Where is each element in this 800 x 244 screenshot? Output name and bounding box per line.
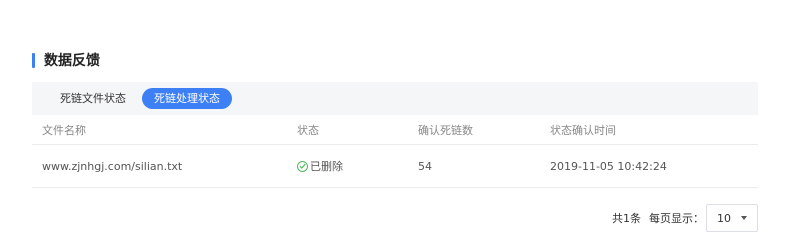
page-size-value: 10 [717,211,731,225]
table-body: www.zjnhgj.com/silian.txt 已删除 54 2019-11… [32,145,758,188]
total-count: 共1条 [612,212,641,225]
page: 数据反馈 死链文件状态 死链处理状态 文件名称 状态 确认死链数 状态确认时间 … [0,0,800,244]
page-size-select[interactable]: 10 [706,204,758,232]
column-header-file-name: 文件名称 [42,123,86,137]
caret-down-icon [741,216,747,220]
tab-bar: 死链文件状态 死链处理状态 [32,82,758,115]
tab-dead-link-processing-status[interactable]: 死链处理状态 [142,88,232,109]
column-header-status: 状态 [297,123,319,137]
section-title: 数据反馈 [44,53,100,69]
table-header: 文件名称 状态 确认死链数 状态确认时间 [32,115,758,145]
confirmed-time-cell: 2019-11-05 10:42:24 [550,159,667,173]
data-table: 文件名称 状态 确认死链数 状态确认时间 www.zjnhgj.com/sili… [32,115,758,188]
title-accent-bar [32,52,35,68]
confirmed-count-cell: 54 [418,159,432,173]
check-circle-icon [297,160,308,172]
column-header-confirmed-count: 确认死链数 [418,123,473,137]
file-name-cell: www.zjnhgj.com/silian.txt [42,159,183,173]
status-cell: 已删除 [297,145,343,187]
table-row: www.zjnhgj.com/silian.txt 已删除 54 2019-11… [32,145,758,188]
section-header: 数据反馈 [32,50,100,70]
pagination: 共1条 每页显示： 10 [612,204,758,232]
column-header-confirmed-time: 状态确认时间 [550,123,616,137]
status-text: 已删除 [310,160,343,173]
per-page-label: 每页显示： [649,212,704,225]
tab-dead-link-file-status[interactable]: 死链文件状态 [48,88,138,109]
